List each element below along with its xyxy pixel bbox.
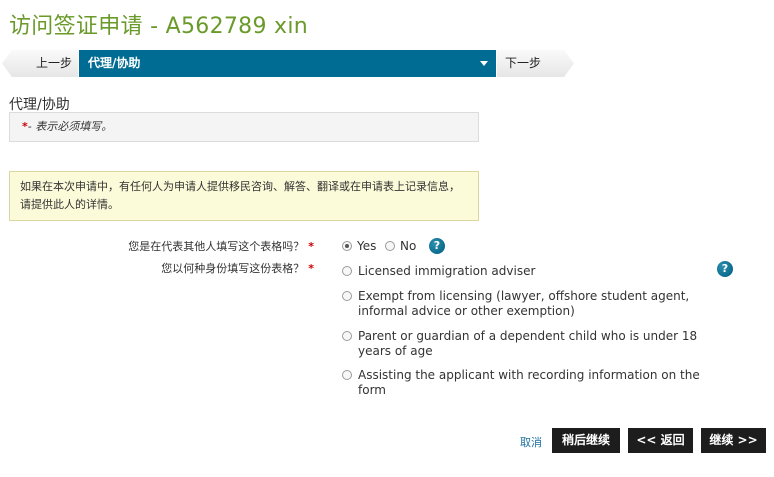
question-representing-text: 您是在代表其他人填写这个表格吗？ xyxy=(128,240,305,253)
radio-exempt-licensing-label[interactable]: Exempt from licensing (lawyer, offshore … xyxy=(358,289,708,319)
radio-no[interactable] xyxy=(385,241,395,251)
radio-parent-guardian-label[interactable]: Parent or guardian of a dependent child … xyxy=(358,329,708,359)
section-title: 代理/协助 xyxy=(9,97,70,113)
required-note-text: - 表示必须填写。 xyxy=(27,120,113,133)
cancel-link[interactable]: 取消 xyxy=(520,434,542,450)
radio-assisting-applicant-label[interactable]: Assisting the applicant with recording i… xyxy=(358,368,708,398)
current-step-label: 代理/协助 xyxy=(88,56,141,70)
back-button[interactable]: << 返回 xyxy=(628,428,693,453)
radio-assisting-applicant[interactable] xyxy=(342,370,352,380)
required-star: * xyxy=(308,262,314,275)
radio-yes[interactable] xyxy=(342,241,352,251)
previous-step-button[interactable]: 上一步 xyxy=(2,50,78,77)
help-icon[interactable]: ? xyxy=(429,238,445,254)
next-step-button[interactable]: 下一步 xyxy=(497,50,574,77)
radio-parent-guardian[interactable] xyxy=(342,331,352,341)
required-note: *- 表示必须填写。 xyxy=(9,112,479,142)
question-representing-label: 您是在代表其他人填写这个表格吗？ * xyxy=(128,238,314,254)
current-step-dropdown[interactable]: 代理/协助 xyxy=(79,50,496,77)
caret-down-icon xyxy=(480,61,488,66)
radio-licensed-adviser[interactable] xyxy=(342,266,352,276)
radio-licensed-adviser-label[interactable]: Licensed immigration adviser xyxy=(358,264,708,279)
radio-exempt-licensing[interactable] xyxy=(342,291,352,301)
question-capacity-label: 您以何种身份填写这份表格？ * xyxy=(161,260,314,276)
radio-no-label[interactable]: No xyxy=(400,239,416,254)
continue-button[interactable]: 继续 >> xyxy=(701,428,766,453)
help-icon[interactable]: ? xyxy=(717,261,733,277)
step-navigation: 上一步 代理/协助 下一步 xyxy=(2,50,574,77)
save-continue-later-button[interactable]: 稍后继续 xyxy=(552,428,620,453)
question-capacity-text: 您以何种身份填写这份表格？ xyxy=(161,262,305,275)
info-box: 如果在本次申请中，有任何人为申请人提供移民咨询、解答、翻译或在申请表上记录信息，… xyxy=(9,171,479,221)
radio-yes-label[interactable]: Yes xyxy=(357,239,376,254)
page-title: 访问签证申请 - A562789 xin xyxy=(9,14,309,39)
required-star: * xyxy=(308,240,314,253)
